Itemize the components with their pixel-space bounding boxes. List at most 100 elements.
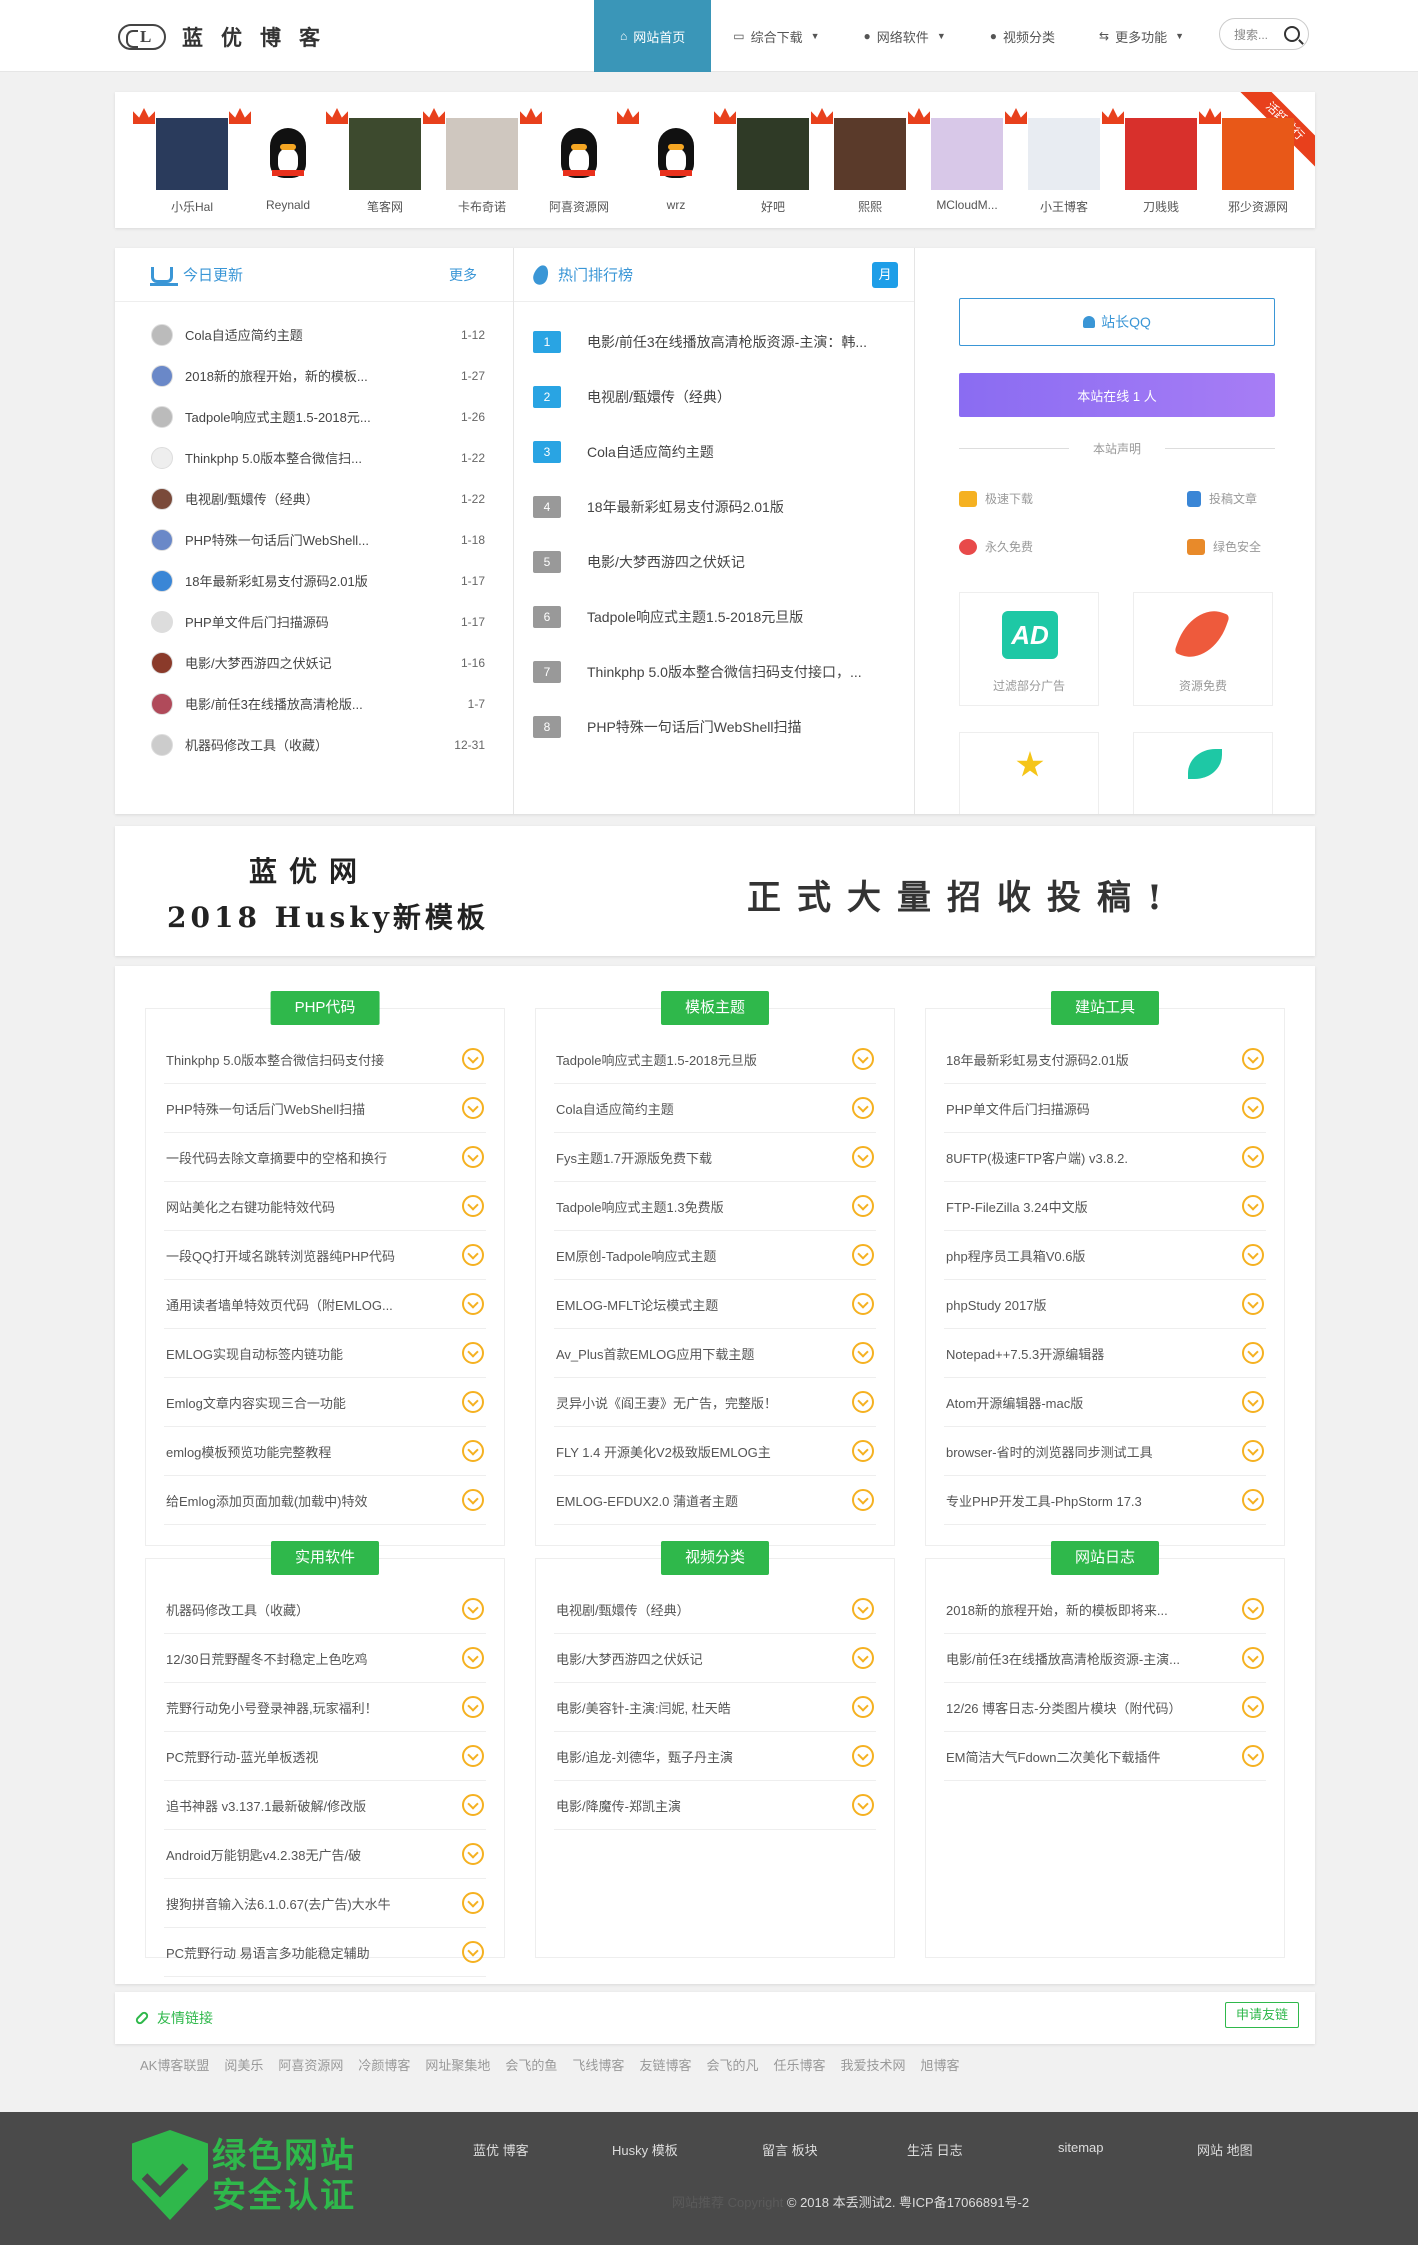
visitor-item[interactable]: 刀贱贱 [1102,108,1206,215]
category-list-item[interactable]: 电视剧/甄嬛传（经典） [554,1585,876,1634]
tile-leaf[interactable] [1133,732,1273,814]
category-list-item[interactable]: phpStudy 2017版 [944,1280,1266,1329]
category-list-item[interactable]: 电影/降魔传-郑凯主演 [554,1781,876,1830]
category-list-item[interactable]: Cola自适应简约主题 [554,1084,876,1133]
category-item-title[interactable]: Thinkphp 5.0版本整合微信扫码支付接 [164,1050,462,1069]
category-list-item[interactable]: 8UFTP(极速FTP客户端) v3.8.2. [944,1133,1266,1182]
download-icon[interactable] [1242,1146,1264,1168]
category-list-item[interactable]: FTP-FileZilla 3.24中文版 [944,1182,1266,1231]
category-list-item[interactable]: emlog模板预览功能完整教程 [164,1427,486,1476]
nav-item-1[interactable]: ▭ 综合下载 ▼ [711,0,841,72]
category-item-title[interactable]: 网站美化之右键功能特效代码 [164,1197,462,1216]
download-icon[interactable] [852,1293,874,1315]
category-item-title[interactable]: FLY 1.4 开源美化V2极致版EMLOG主 [554,1442,852,1461]
category-item-title[interactable]: 18年最新彩虹易支付源码2.01版 [944,1050,1242,1069]
friend-link[interactable]: 冷颜博客 [358,2058,410,2073]
avatar[interactable] [446,118,518,190]
category-item-title[interactable]: Av_Plus首款EMLOG应用下载主题 [554,1344,852,1363]
category-item-title[interactable]: PC荒野行动 易语言多功能稳定辅助 [164,1943,462,1962]
visitor-name[interactable]: 好吧 [728,198,818,215]
category-item-title[interactable]: 电影/美容针-主演:闫妮, 杜天皓 [554,1698,852,1717]
category-item-title[interactable]: FTP-FileZilla 3.24中文版 [944,1197,1242,1216]
category-item-title[interactable]: 电影/降魔传-郑凯主演 [554,1796,852,1815]
category-list-item[interactable]: PC荒野行动 易语言多功能稳定辅助 [164,1928,486,1977]
download-icon[interactable] [1242,1696,1264,1718]
category-item-title[interactable]: PC荒野行动-蓝光单板透视 [164,1747,462,1766]
visitor-name[interactable]: 熙熙 [825,198,915,215]
friend-link[interactable]: 友链博客 [639,2058,691,2073]
friend-link[interactable]: 网址聚集地 [425,2058,490,2073]
footer-nav-link[interactable]: Husky 模板 [612,2140,678,2159]
friend-link[interactable]: 阿喜资源网 [278,2058,343,2073]
category-item-title[interactable]: EM原创-Tadpole响应式主题 [554,1246,852,1265]
visitor-item[interactable]: Reynald [229,108,333,212]
category-item-title[interactable]: Android万能钥匙v4.2.38无广告/破 [164,1845,462,1864]
category-list-item[interactable]: 一段代码去除文章摘要中的空格和换行 [164,1133,486,1182]
category-item-title[interactable]: 一段QQ打开域名跳转浏览器纯PHP代码 [164,1246,462,1265]
download-icon[interactable] [852,1696,874,1718]
download-icon[interactable] [462,1647,484,1669]
download-icon[interactable] [852,1244,874,1266]
category-item-title[interactable]: 12/26 博客日志-分类图片模块（附代码） [944,1698,1242,1717]
category-item-title[interactable]: 荒野行动免小号登录神器,玩家福利！ [164,1698,462,1717]
friend-link[interactable]: 阅美乐 [224,2058,263,2073]
download-icon[interactable] [1242,1391,1264,1413]
friend-link[interactable]: 会飞的凡 [706,2058,758,2073]
category-item-title[interactable]: 12/30日荒野醒冬不封稳定上色吃鸡 [164,1649,462,1668]
download-icon[interactable] [462,1598,484,1620]
visitor-name[interactable]: wrz [631,198,721,212]
category-list-item[interactable]: 电影/前任3在线播放高清枪版资源-主演... [944,1634,1266,1683]
category-list-item[interactable]: EMLOG-EFDUX2.0 蒲道者主题 [554,1476,876,1525]
category-list-item[interactable]: 12/30日荒野醒冬不封稳定上色吃鸡 [164,1634,486,1683]
footer-nav-link[interactable]: 生活 日志 [907,2140,963,2159]
category-list-item[interactable]: 通用读者墙单特效页代码（附EMLOG... [164,1280,486,1329]
category-item-title[interactable]: browser-省时的浏览器同步测试工具 [944,1442,1242,1461]
category-list-item[interactable]: 给Emlog添加页面加载(加载中)特效 [164,1476,486,1525]
avatar[interactable] [349,118,421,190]
friend-link[interactable]: AK博客联盟 [140,2058,209,2073]
category-item-title[interactable]: Notepad++7.5.3开源编辑器 [944,1344,1242,1363]
category-list-item[interactable]: Tadpole响应式主题1.5-2018元旦版 [554,1035,876,1084]
category-item-title[interactable]: Atom开源编辑器-mac版 [944,1393,1242,1412]
nav-item-2[interactable]: ● 网络软件 ▼ [842,0,968,72]
category-list-item[interactable]: 追书神器 v3.137.1最新破解/修改版 [164,1781,486,1830]
category-tag[interactable]: 模板主题 [660,991,770,1025]
category-item-title[interactable]: 专业PHP开发工具-PhpStorm 17.3 [944,1491,1242,1510]
download-icon[interactable] [1242,1195,1264,1217]
download-icon[interactable] [462,1892,484,1914]
visitor-item[interactable]: 熙熙 [811,108,915,215]
category-item-title[interactable]: 电视剧/甄嬛传（经典） [554,1600,852,1619]
category-list-item[interactable]: php程序员工具箱V0.6版 [944,1231,1266,1280]
visitor-name[interactable]: 小王博客 [1019,198,1109,215]
category-item-title[interactable]: 灵异小说《阎王妻》无广告，完整版！ [554,1393,852,1412]
category-list-item[interactable]: 电影/美容针-主演:闫妮, 杜天皓 [554,1683,876,1732]
avatar[interactable] [252,118,324,190]
visitor-item[interactable]: MCloudM... [908,108,1012,212]
download-icon[interactable] [1242,1293,1264,1315]
category-list-item[interactable]: 2018新的旅程开始，新的模板即将来... [944,1585,1266,1634]
download-icon[interactable] [462,1440,484,1462]
category-list-item[interactable]: 网站美化之右键功能特效代码 [164,1182,486,1231]
category-item-title[interactable]: PHP特殊一句话后门WebShell扫描 [164,1099,462,1118]
download-icon[interactable] [1242,1097,1264,1119]
category-list-item[interactable]: EM简洁大气Fdown二次美化下载插件 [944,1732,1266,1781]
category-item-title[interactable]: php程序员工具箱V0.6版 [944,1246,1242,1265]
download-icon[interactable] [852,1489,874,1511]
avatar[interactable] [931,118,1003,190]
visitor-item[interactable]: 阿喜资源网 [520,108,624,215]
visitor-item[interactable]: 笔客网 [326,108,430,215]
search-box[interactable]: 搜索... [1219,18,1309,50]
footer-nav-link[interactable]: 网站 地图 [1197,2140,1253,2159]
category-item-title[interactable]: EMLOG实现自动标签内链功能 [164,1344,462,1363]
download-icon[interactable] [1242,1598,1264,1620]
category-item-title[interactable]: PHP单文件后门扫描源码 [944,1099,1242,1118]
visitor-name[interactable]: 卡布奇诺 [437,198,527,215]
visitor-name[interactable]: Reynald [243,198,333,212]
category-list-item[interactable]: 电影/大梦西游四之伏妖记 [554,1634,876,1683]
avatar[interactable] [640,118,712,190]
avatar[interactable] [834,118,906,190]
download-icon[interactable] [462,1745,484,1767]
category-tag[interactable]: PHP代码 [270,991,380,1025]
qq-button[interactable]: 站长QQ [959,298,1275,346]
search-input[interactable]: 搜索... [1234,26,1268,43]
